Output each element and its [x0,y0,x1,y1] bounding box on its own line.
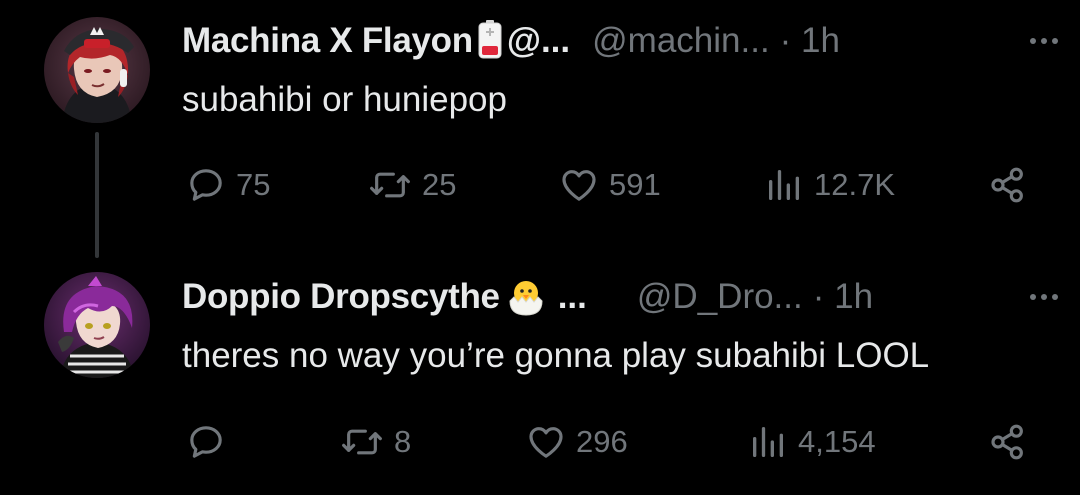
share-button[interactable] [988,417,1028,467]
more-dot-icon [1041,294,1047,300]
action-bar: 75 25 591 12.7K [182,160,1042,210]
repost-count: 8 [394,424,412,459]
display-name[interactable]: Doppio Dropscythe [182,277,500,317]
share-icon [988,422,1028,462]
reply-icon [186,422,226,462]
tweet-text: theres no way you’re gonna play subahibi… [182,336,930,375]
heart-icon [559,165,599,205]
battery-low-icon [477,19,503,64]
views-button[interactable]: 4,154 [748,417,876,467]
display-name[interactable]: Machina X Flayon [182,21,473,61]
like-button[interactable]: 591 [559,160,661,210]
hatching-chick-icon [504,273,548,322]
name-truncation: ... [557,277,587,316]
repost-icon [340,422,384,462]
timestamp[interactable]: · 1h [780,21,840,61]
avatar[interactable] [44,272,150,378]
more-dot-icon [1041,38,1047,44]
reply-button[interactable]: 75 [186,160,270,210]
repost-icon [368,165,412,205]
more-dot-icon [1052,38,1058,44]
thread-connector-line [95,132,99,258]
repost-button[interactable]: 8 [340,417,411,467]
tweet-header: Doppio Dropscythe ... @D_Dro... · 1h [182,275,1040,319]
repost-button[interactable]: 25 [368,160,456,210]
like-count: 296 [576,424,628,459]
more-dot-icon [1030,294,1036,300]
share-button[interactable] [988,160,1028,210]
repost-count: 25 [422,167,457,202]
reply-count: 75 [236,167,271,202]
more-options-button[interactable] [1030,38,1058,44]
user-handle[interactable]: @machin... [592,21,770,61]
like-button[interactable]: 296 [526,417,628,467]
more-options-button[interactable] [1030,294,1058,300]
share-icon [988,165,1028,205]
tweet-text: subahibi or huniepop [182,80,507,119]
more-dot-icon [1030,38,1036,44]
like-count: 591 [609,167,661,202]
reply-icon [186,165,226,205]
views-bar-chart-icon [764,165,804,205]
reply-button[interactable] [186,417,236,467]
views-button[interactable]: 12.7K [764,160,895,210]
view-count: 12.7K [814,167,896,202]
more-dot-icon [1052,294,1058,300]
views-bar-chart-icon [748,422,788,462]
timestamp[interactable]: · 1h [813,277,873,317]
user-handle[interactable]: @D_Dro... [637,277,803,317]
name-truncation: @... [506,21,571,60]
avatar[interactable] [44,17,150,123]
tweet-header: Machina X Flayon @... @machin... · 1h [182,19,1040,63]
view-count: 4,154 [798,424,876,459]
action-bar: 8 296 4,154 [182,417,1042,467]
heart-icon [526,422,566,462]
